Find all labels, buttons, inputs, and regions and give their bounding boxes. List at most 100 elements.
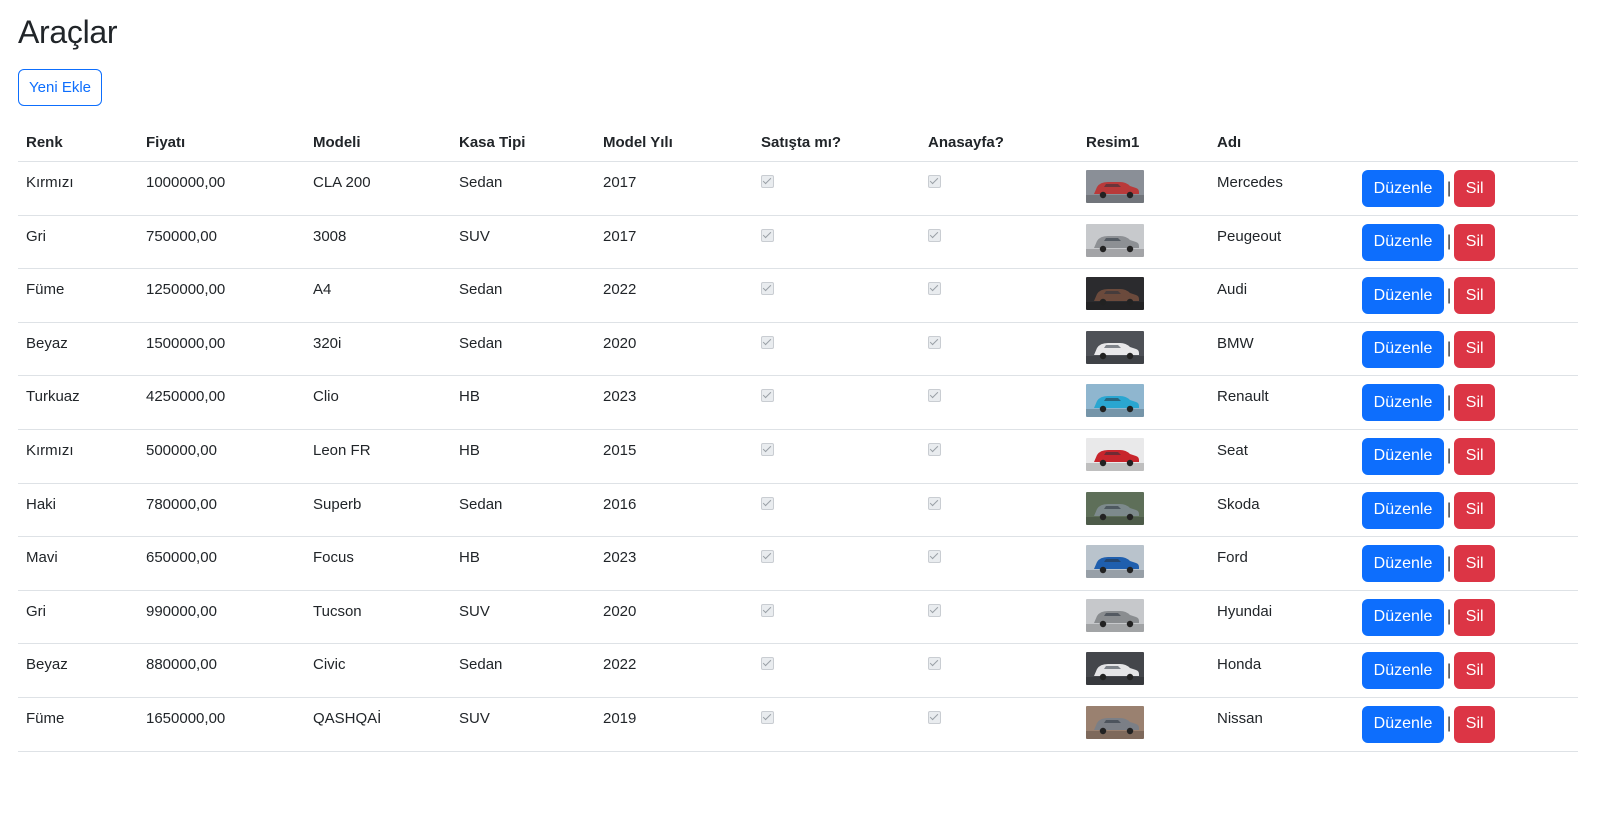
edit-button[interactable]: Düzenle bbox=[1362, 652, 1444, 690]
cell-fiyat: 1500000,00 bbox=[138, 322, 305, 377]
delete-button[interactable]: Sil bbox=[1454, 652, 1496, 690]
cell-fiyat: 780000,00 bbox=[138, 483, 305, 538]
cell-anasayfa bbox=[920, 322, 1078, 377]
edit-button[interactable]: Düzenle bbox=[1362, 223, 1444, 261]
cell-model: Focus bbox=[305, 536, 451, 591]
header-adi: Adı bbox=[1209, 124, 1354, 162]
cell-kasa: HB bbox=[451, 536, 595, 591]
model-year-text: 2020 bbox=[603, 602, 637, 620]
cell-anasayfa bbox=[920, 483, 1078, 538]
homepage-checkbox bbox=[928, 442, 941, 456]
cell-fiyat: 1250000,00 bbox=[138, 268, 305, 323]
price-text: 500000,00 bbox=[146, 441, 217, 459]
table-row: Gri 990000,00 Tucson SUV 2020 Hyundai Dü… bbox=[18, 590, 1578, 645]
model-year-text: 2019 bbox=[603, 709, 637, 727]
cell-satista bbox=[753, 483, 920, 538]
edit-button[interactable]: Düzenle bbox=[1362, 598, 1444, 636]
delete-button[interactable]: Sil bbox=[1454, 598, 1496, 636]
cell-adi: Nissan bbox=[1209, 697, 1354, 752]
cell-yil: 2023 bbox=[595, 536, 753, 591]
table-row: Haki 780000,00 Superb Sedan 2016 Skoda D… bbox=[18, 483, 1578, 538]
table-row: Gri 750000,00 3008 SUV 2017 Peugeout Düz… bbox=[18, 215, 1578, 270]
edit-button[interactable]: Düzenle bbox=[1362, 705, 1444, 743]
cell-satista bbox=[753, 322, 920, 377]
cell-kasa: Sedan bbox=[451, 322, 595, 377]
car-thumbnail bbox=[1086, 491, 1144, 525]
homepage-checkbox bbox=[928, 228, 941, 242]
cell-model: QASHQAİ bbox=[305, 697, 451, 752]
cell-model: 3008 bbox=[305, 215, 451, 270]
car-thumbnail bbox=[1086, 652, 1144, 686]
cell-kasa: Sedan bbox=[451, 268, 595, 323]
model-text: 320i bbox=[313, 334, 342, 352]
car-thumbnail bbox=[1086, 223, 1144, 257]
price-text: 1000000,00 bbox=[146, 174, 226, 191]
delete-button[interactable]: Sil bbox=[1454, 384, 1496, 422]
body-type-text: Sedan bbox=[459, 281, 503, 299]
row-actions: Düzenle | Sil bbox=[1362, 652, 1570, 690]
cell-fiyat: 880000,00 bbox=[138, 643, 305, 698]
cell-satista bbox=[753, 429, 920, 484]
body-type-text: SUV bbox=[459, 227, 490, 245]
homepage-checkbox bbox=[928, 282, 941, 296]
delete-button[interactable]: Sil bbox=[1454, 705, 1496, 743]
color-text: Füme bbox=[26, 709, 65, 727]
cell-anasayfa bbox=[920, 429, 1078, 484]
cell-resim bbox=[1078, 268, 1209, 323]
homepage-checkbox bbox=[928, 603, 941, 617]
action-separator: | bbox=[1447, 286, 1452, 304]
table-row: Füme 1650000,00 QASHQAİ SUV 2019 Nissan … bbox=[18, 697, 1578, 752]
edit-button[interactable]: Düzenle bbox=[1362, 437, 1444, 475]
table-row: Kırmızı 500000,00 Leon FR HB 2015 Seat D… bbox=[18, 429, 1578, 484]
color-text: Mavi bbox=[26, 549, 58, 567]
table-header-row: Renk Fiyatı Modeli Kasa Tipi Model Yılı … bbox=[18, 124, 1578, 162]
cell-renk: Beyaz bbox=[18, 322, 138, 377]
cell-actions: Düzenle | Sil bbox=[1354, 429, 1578, 484]
homepage-checkbox bbox=[928, 496, 941, 510]
price-text: 780000,00 bbox=[146, 495, 217, 513]
row-actions: Düzenle | Sil bbox=[1362, 545, 1570, 583]
delete-button[interactable]: Sil bbox=[1454, 437, 1496, 475]
action-separator: | bbox=[1447, 179, 1452, 197]
cell-satista bbox=[753, 161, 920, 216]
on-sale-checkbox bbox=[761, 550, 774, 564]
cell-yil: 2020 bbox=[595, 322, 753, 377]
row-actions: Düzenle | Sil bbox=[1362, 223, 1570, 261]
car-thumbnail bbox=[1086, 705, 1144, 739]
on-sale-checkbox bbox=[761, 710, 774, 724]
color-text: Gri bbox=[26, 227, 46, 245]
cell-renk: Haki bbox=[18, 483, 138, 538]
model-text: Tucson bbox=[313, 602, 362, 620]
cell-renk: Gri bbox=[18, 215, 138, 270]
header-modeli: Modeli bbox=[305, 124, 451, 162]
table-row: Mavi 650000,00 Focus HB 2023 Ford Düzenl… bbox=[18, 536, 1578, 591]
edit-button[interactable]: Düzenle bbox=[1362, 170, 1444, 207]
cell-kasa: Sedan bbox=[451, 643, 595, 698]
cell-yil: 2022 bbox=[595, 268, 753, 323]
cell-anasayfa bbox=[920, 536, 1078, 591]
cell-adi: Hyundai bbox=[1209, 590, 1354, 645]
edit-button[interactable]: Düzenle bbox=[1362, 491, 1444, 529]
brand-text: Peugeout bbox=[1217, 227, 1282, 245]
cell-resim bbox=[1078, 429, 1209, 484]
delete-button[interactable]: Sil bbox=[1454, 223, 1496, 261]
body-type-text: Sedan bbox=[459, 656, 503, 674]
delete-button[interactable]: Sil bbox=[1454, 277, 1496, 315]
action-separator: | bbox=[1447, 340, 1452, 358]
delete-button[interactable]: Sil bbox=[1454, 491, 1496, 529]
edit-button[interactable]: Düzenle bbox=[1362, 330, 1444, 368]
add-new-button[interactable]: Yeni Ekle bbox=[18, 69, 102, 106]
cell-adi: Ford bbox=[1209, 536, 1354, 591]
cell-adi: Honda bbox=[1209, 643, 1354, 698]
delete-button[interactable]: Sil bbox=[1454, 545, 1496, 583]
color-text: Kırmızı bbox=[26, 174, 74, 191]
action-separator: | bbox=[1447, 501, 1452, 519]
edit-button[interactable]: Düzenle bbox=[1362, 545, 1444, 583]
edit-button[interactable]: Düzenle bbox=[1362, 277, 1444, 315]
row-actions: Düzenle | Sil bbox=[1362, 491, 1570, 529]
price-text: 1250000,00 bbox=[146, 281, 226, 299]
brand-text: Renault bbox=[1217, 388, 1269, 406]
delete-button[interactable]: Sil bbox=[1454, 170, 1496, 207]
edit-button[interactable]: Düzenle bbox=[1362, 384, 1444, 422]
delete-button[interactable]: Sil bbox=[1454, 330, 1496, 368]
